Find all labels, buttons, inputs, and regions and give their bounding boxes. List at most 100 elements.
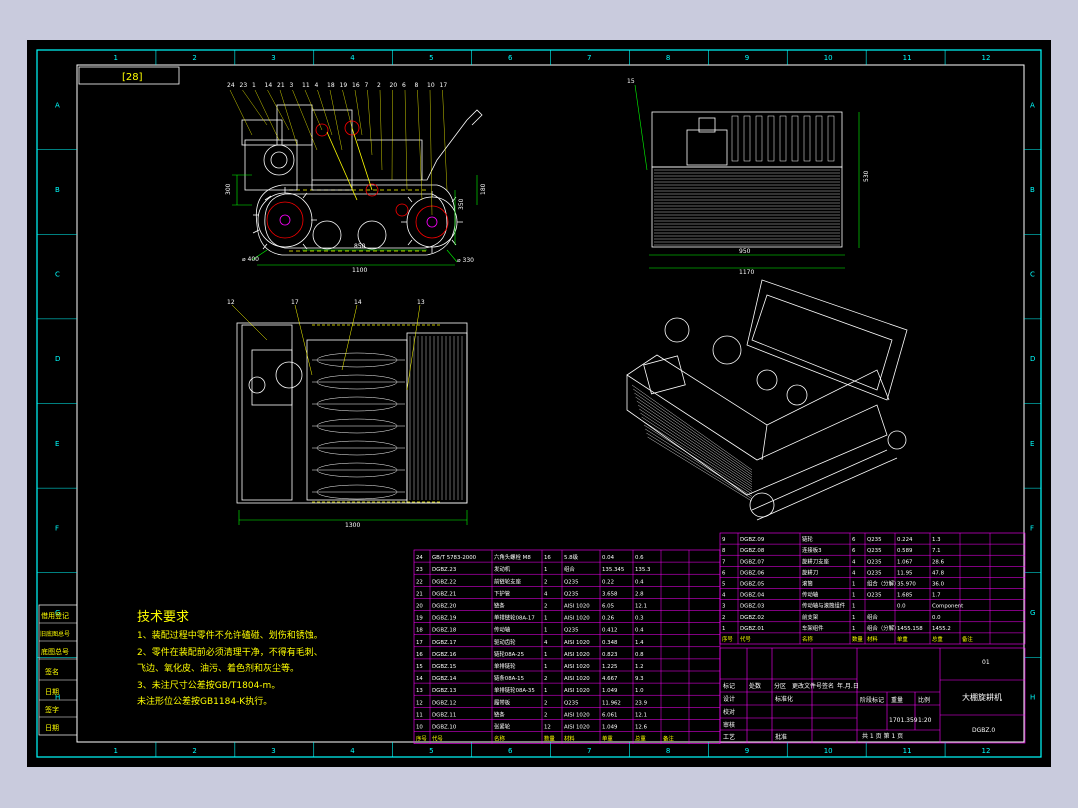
- isometric-view[interactable]: [626, 279, 908, 521]
- stamp-label: 底图总号: [41, 647, 69, 656]
- bom-cell: Q235: [867, 537, 882, 543]
- bom-cell: AISI 1020: [564, 604, 590, 610]
- bom-cell: 2: [544, 676, 547, 682]
- bom-header: 备注: [663, 735, 674, 743]
- balloon: 12: [227, 299, 235, 306]
- bom-cell: DGBZ.09: [740, 537, 765, 543]
- drawing-canvas[interactable]: 112233445566778899101011111212A AB BC CD DE E…: [27, 40, 1051, 767]
- bom-cell: AISI 1020: [564, 712, 590, 718]
- bom-cell: 1.3: [932, 537, 941, 543]
- product-name: 大棚旋耕机: [962, 692, 1002, 702]
- zone-row-label: H: [1030, 694, 1035, 702]
- balloon: 14: [265, 82, 273, 89]
- bom-cell: 2: [544, 604, 547, 610]
- bom-cell: 前链轮支座: [494, 577, 522, 585]
- rev-label: 分区: [774, 682, 786, 690]
- front-view[interactable]: [229, 89, 483, 266]
- bom-cell: 组合: [867, 613, 878, 621]
- bom-cell: 10: [416, 725, 423, 731]
- bom-cell: 链条: [494, 602, 505, 610]
- bom-cell: 0.4: [635, 628, 644, 634]
- rev-label: 标记: [723, 682, 735, 690]
- bom-cell: 23.9: [635, 700, 648, 706]
- bom-cell: 链轮08A-25: [494, 650, 524, 658]
- balloon: 10: [427, 82, 435, 89]
- bom-cell: 3.658: [602, 591, 618, 597]
- bom-cell: 12: [416, 700, 423, 706]
- bom-cell: 0.4: [635, 579, 644, 585]
- bom-cell: 5.8级: [564, 553, 579, 561]
- bom-cell: 1: [544, 567, 547, 573]
- bom-cell: 0.3: [635, 616, 644, 622]
- bom-cell: 4.667: [602, 676, 617, 682]
- bom-cell: DGBZ.22: [432, 579, 456, 585]
- bom-cell: 履带板: [494, 698, 511, 706]
- bom-header: 单重: [602, 735, 613, 743]
- balloon: 13: [417, 299, 425, 306]
- bom-cell: DGBZ.02: [740, 615, 764, 621]
- bom-cell: AISI 1020: [564, 664, 590, 670]
- zone-column-label: 2: [192, 54, 196, 62]
- zone-column-label: 5: [429, 747, 433, 755]
- bom-cell: DGBZ.04: [740, 593, 765, 599]
- bom-cell: 0.8: [635, 652, 644, 658]
- bom-cell: 六角头螺栓 M8: [494, 553, 531, 561]
- bom-cell: 2.8: [635, 591, 644, 597]
- bom-cell: 传动轴: [802, 591, 818, 599]
- sign-label: 工艺: [723, 733, 735, 741]
- bom-cell: 前支架: [802, 613, 819, 621]
- bom-cell: Component: [932, 604, 963, 610]
- bom-cell: Q235: [867, 548, 882, 554]
- balloon: 19: [340, 82, 348, 89]
- balloon: 17: [291, 299, 299, 306]
- title-block-text: 01 大棚旋耕机 DGBZ.0 阶段标记 重量 比例 1701.359 1:20…: [723, 659, 1002, 741]
- bom-cell: DGBZ.17: [432, 640, 456, 646]
- bom-cell: DGBZ.08: [740, 548, 765, 554]
- top-view[interactable]: [231, 304, 468, 525]
- balloon: 14: [354, 299, 362, 306]
- bom-header: 备注: [962, 635, 973, 643]
- bom-cell: 7.1: [932, 548, 941, 554]
- tech-req-line: 未注形位公差按GB1184-K执行。: [137, 695, 272, 707]
- bom-header: 数量: [544, 735, 555, 743]
- bom-cell: 0.412: [602, 628, 617, 634]
- balloon: 17: [440, 82, 448, 89]
- bom-cell: 传动轴: [494, 626, 510, 634]
- bom-cell: 1: [852, 582, 855, 588]
- bom-cell: 0.348: [602, 640, 618, 646]
- bom-cell: 下护管: [494, 589, 511, 597]
- dim-label: 1300: [345, 522, 360, 529]
- dim-label: 530: [863, 170, 870, 182]
- bom-cell: 18: [416, 628, 423, 634]
- bom-cell: 13: [416, 688, 423, 694]
- bom-cell: 1.0: [635, 688, 644, 694]
- zone-column-label: 7: [587, 54, 591, 62]
- bom-cell: 11.962: [602, 700, 621, 706]
- bom-cell: 9: [722, 537, 726, 543]
- dim-label: 850: [354, 243, 366, 250]
- right-view[interactable]: [634, 84, 860, 269]
- bom-cell: 17: [416, 640, 423, 646]
- bom-cell: 4: [544, 640, 548, 646]
- bom-cell: 6.061: [602, 712, 617, 718]
- bom-cell: 15: [416, 664, 423, 670]
- bom-cell: DGBZ.18: [432, 628, 457, 634]
- stage-label: 阶段标记: [860, 696, 884, 704]
- zone-column-label: 10: [824, 54, 833, 62]
- bom-cell: AISI 1020: [564, 640, 590, 646]
- bom-cell: 链轮: [802, 535, 813, 543]
- bom-cell: 4: [722, 593, 726, 599]
- bom-cell: AISI 1020: [564, 676, 590, 682]
- bom-cell: Q235: [867, 593, 882, 599]
- bom-cell: 单排链轮08A-35: [494, 686, 535, 694]
- bom-cell: 2: [544, 712, 547, 718]
- bom-cell: DGBZ.13: [432, 688, 456, 694]
- zone-column-label: 7: [587, 747, 591, 755]
- rev-label: 签名: [822, 682, 834, 690]
- bom-cell: Q235: [564, 591, 579, 597]
- bom-header: 单重: [897, 635, 908, 643]
- bom-cell: DGBZ.11: [432, 712, 456, 718]
- zone-column-label: 9: [745, 54, 749, 62]
- bom-cell: 0.0: [932, 615, 941, 621]
- bom-header: 名称: [802, 635, 813, 643]
